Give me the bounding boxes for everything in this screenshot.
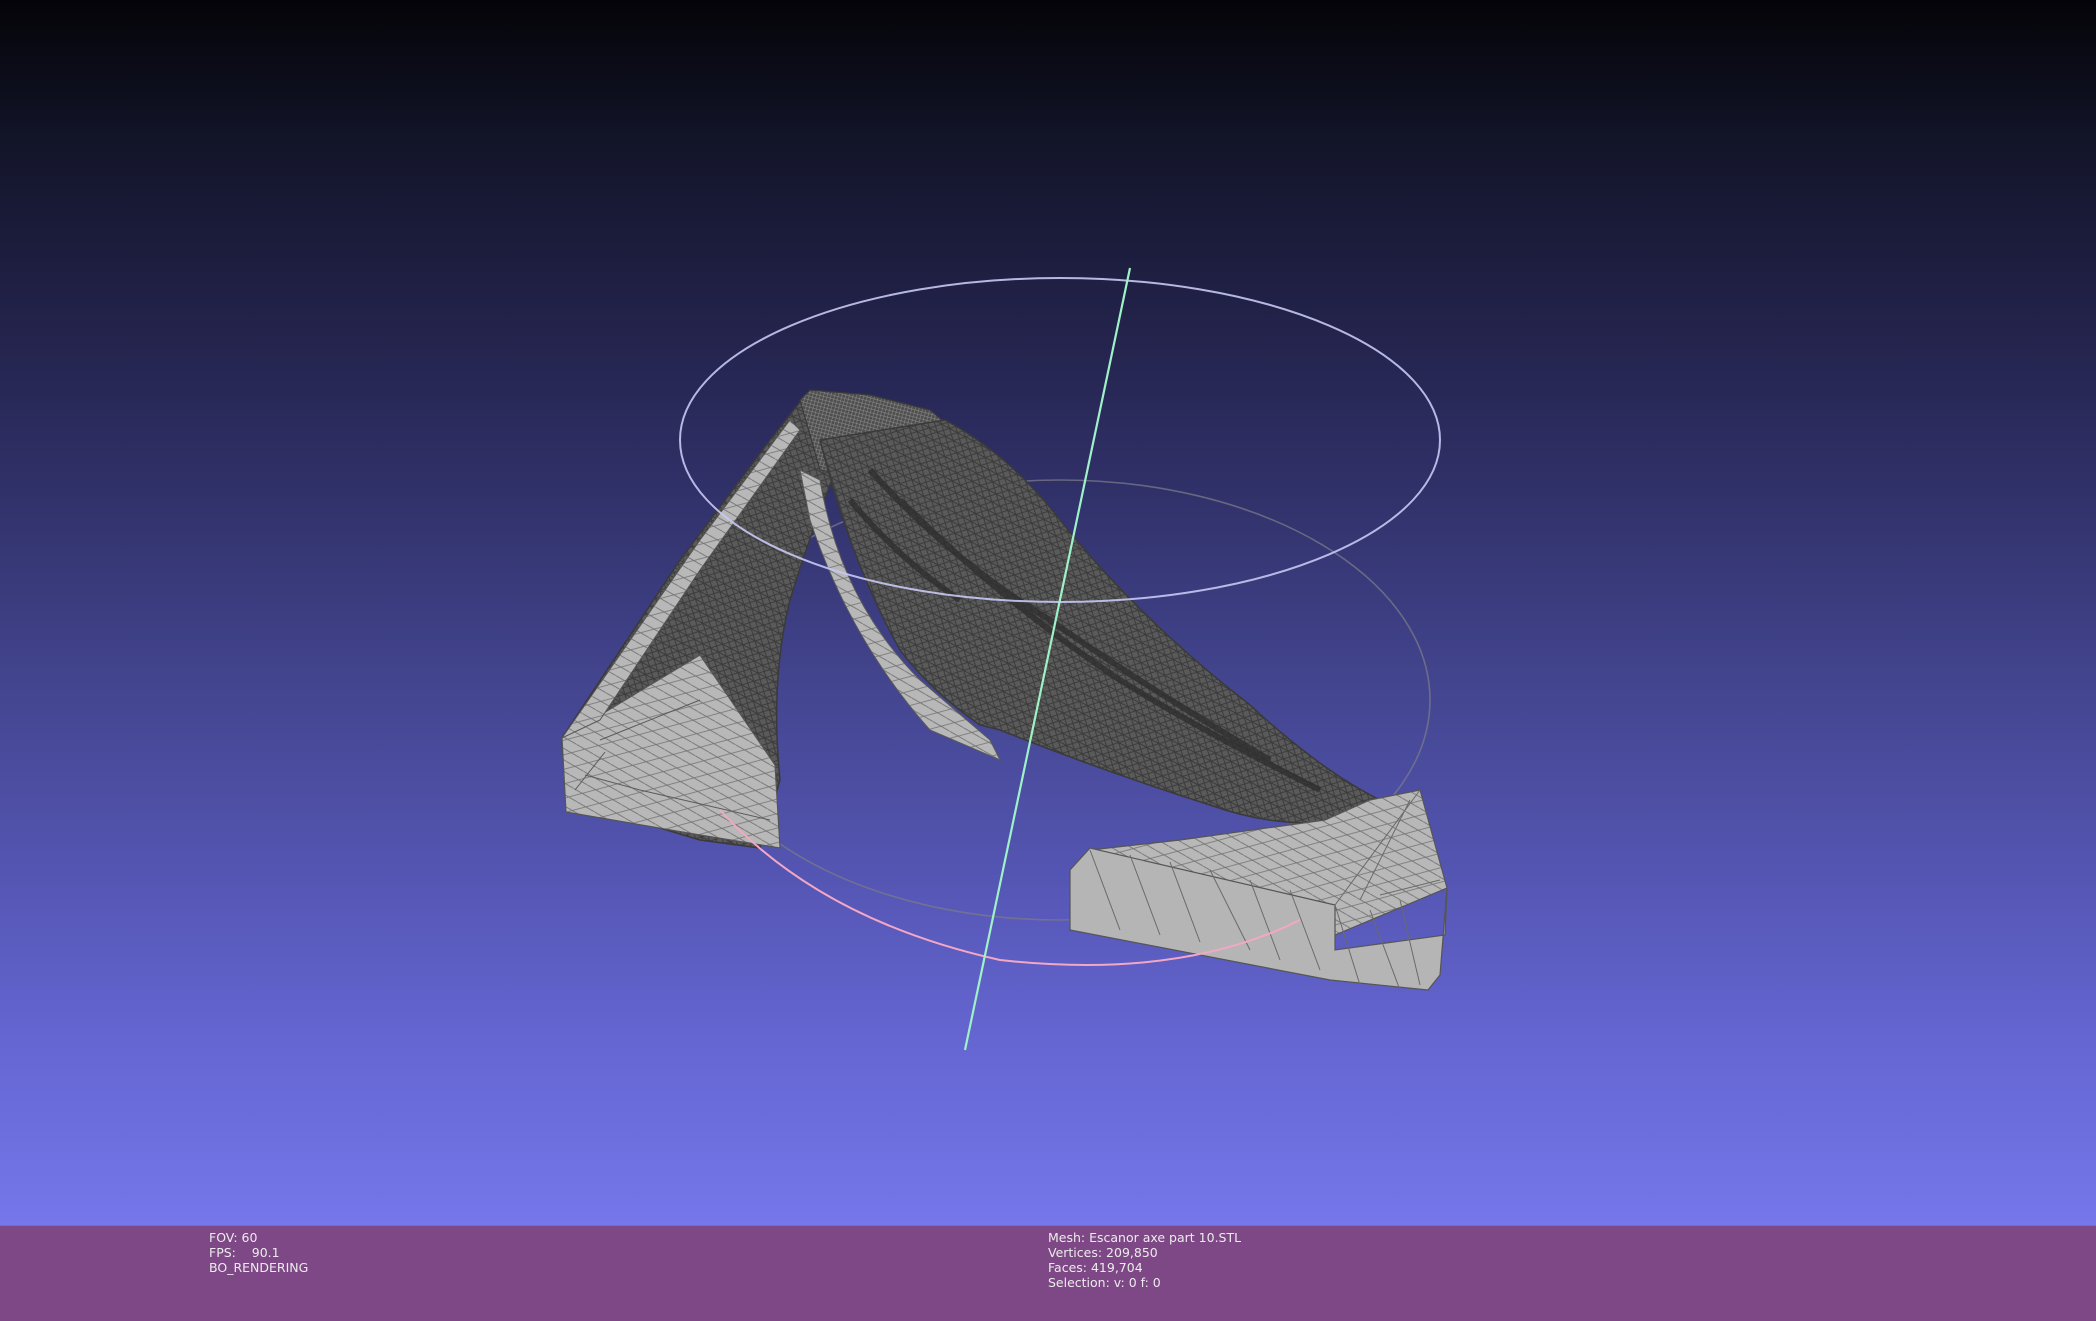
vertex-count: Vertices: 209,850 [1048, 1245, 1158, 1260]
mesh-model [560, 389, 1448, 991]
render-info: FOV: 60 FPS: 90.1 BO_RENDERING [209, 1230, 308, 1275]
mesh-name: Mesh: Escanor axe part 10.STL [1048, 1230, 1242, 1245]
render-mode-readout: BO_RENDERING [209, 1260, 309, 1275]
3d-viewport[interactable] [0, 0, 2096, 1225]
status-bar: FOV: 60 FPS: 90.1 BO_RENDERING Mesh: Esc… [0, 1225, 2096, 1321]
face-count: Faces: 419,704 [1048, 1260, 1143, 1275]
fps-readout: FPS: 90.1 [209, 1245, 280, 1260]
fov-readout: FOV: 60 [209, 1230, 258, 1245]
mesh-blade [819, 419, 1382, 824]
mesh-scene[interactable] [0, 0, 2096, 1225]
mesh-info: Mesh: Escanor axe part 10.STL Vertices: … [1048, 1230, 1241, 1290]
selection-readout: Selection: v: 0 f: 0 [1048, 1275, 1161, 1290]
